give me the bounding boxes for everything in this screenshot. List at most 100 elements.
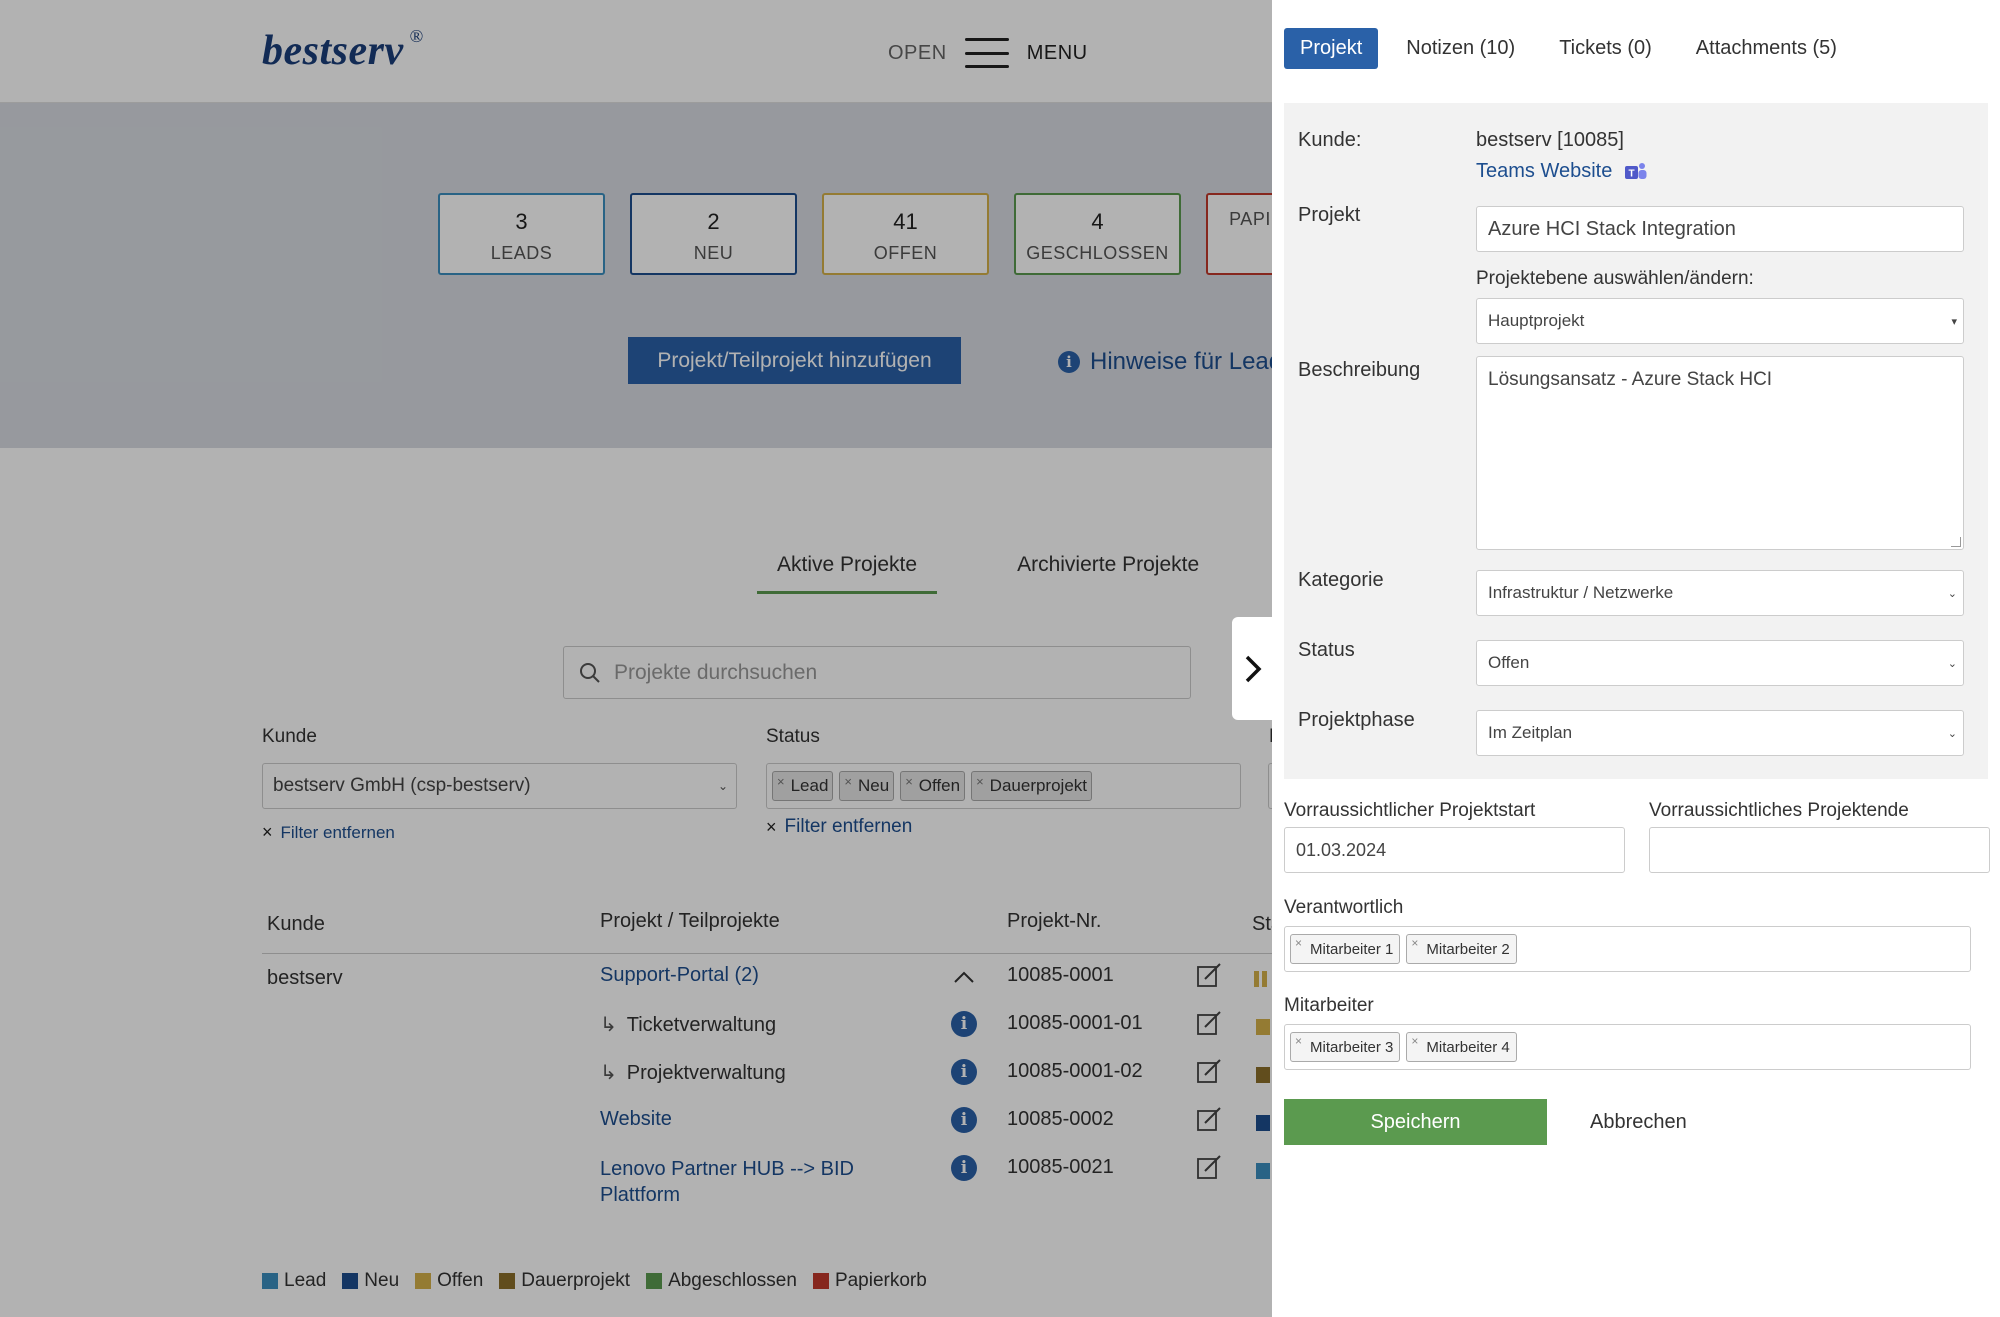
verantwortlich-multiselect[interactable]: × Mitarbeiter 1 × Mitarbeiter 2 [1284,926,1971,972]
edit-icon[interactable] [1196,962,1222,988]
subproject-ticketverwaltung[interactable]: ↳ Ticketverwaltung [600,1012,776,1037]
status-legend: Lead Neu Offen Dauerprojekt Abgeschlosse… [262,1270,927,1292]
legend-item: Lead [262,1270,326,1292]
resize-handle[interactable] [1951,537,1961,547]
remove-chip-icon[interactable]: × [1411,936,1418,950]
edit-icon[interactable] [1196,1106,1222,1132]
main-menu-toggle[interactable]: OPEN MENU [888,38,1088,68]
remove-chip-icon[interactable]: × [844,774,852,789]
chevron-down-icon: ⌄ [717,779,728,793]
status-chip[interactable]: × Offen [900,771,966,801]
kunde-filter-label: Kunde [262,726,317,747]
col-header-kunde[interactable]: Kunde [267,913,325,936]
remove-chip-icon[interactable]: × [1295,936,1302,950]
beschreibung-textarea[interactable]: Lösungsansatz - Azure Stack HCI [1476,356,1964,550]
project-link-website[interactable]: Website [600,1108,672,1131]
remove-chip-icon[interactable]: × [905,774,913,789]
lead-hints-label: Hinweise für Leads [1090,348,1295,375]
table-header-divider [262,953,1272,954]
tab-attachments[interactable]: Attachments (5) [1680,28,1853,69]
stat-label: NEU [693,243,734,263]
project-link-lenovo-partner-hub[interactable]: Lenovo Partner HUB --> BID Plattform [600,1156,854,1208]
kategorie-select[interactable]: Infrastruktur / Netzwerke ⌄ [1476,570,1964,616]
teams-website-link[interactable]: Teams Website T [1476,160,1648,183]
add-project-button[interactable]: Projekt/Teilprojekt hinzufügen [628,337,961,384]
mitarbeiter-label: Mitarbeiter [1284,995,1374,1016]
status-chip[interactable]: × Lead [772,771,834,801]
kunde-filter-value: bestserv GmbH (csp-bestserv) [273,775,531,796]
tab-projekt[interactable]: Projekt [1284,28,1379,69]
projektende-input[interactable] [1649,827,1990,873]
status-select[interactable]: Offen ⌄ [1476,640,1964,686]
project-number: 10085-0001-02 [1007,1060,1143,1082]
remove-filter-label: Filter entfernen [280,822,395,842]
status-chip[interactable]: × Dauerprojekt [971,771,1092,801]
info-icon[interactable]: i [951,1059,977,1085]
stat-offen[interactable]: 41 OFFEN [822,193,989,275]
info-icon[interactable]: i [951,1011,977,1037]
tab-archived-projects[interactable]: Archivierte Projekte [997,553,1219,594]
projektphase-select[interactable]: Im Zeitplan ⌄ [1476,710,1964,756]
subproject-projektverwaltung[interactable]: ↳ Projektverwaltung [600,1060,786,1085]
bestserv-logo[interactable]: bestserv ® [262,26,424,75]
remove-chip-icon[interactable]: × [976,774,984,789]
cancel-button[interactable]: Abbrechen [1590,1099,1687,1145]
user-chip[interactable]: × Mitarbeiter 4 [1406,1032,1517,1062]
status-chip[interactable]: × Neu [839,771,895,801]
kunde-filter-select[interactable]: bestserv GmbH (csp-bestserv) ⌄ [262,763,737,809]
tab-notizen[interactable]: Notizen (10) [1390,28,1531,69]
remove-chip-icon[interactable]: × [1411,1034,1418,1048]
chevron-down-icon: ⌄ [1947,727,1957,740]
info-icon[interactable]: i [951,1155,977,1181]
lead-hints-link[interactable]: i Hinweise für Leads [1058,348,1294,376]
project-number: 10085-0001 [1007,964,1114,986]
search-input[interactable] [614,660,1134,685]
status-indicator [1256,1067,1270,1083]
user-chip[interactable]: × Mitarbeiter 1 [1290,934,1401,964]
stat-neu[interactable]: 2 NEU [630,193,797,275]
registered-mark: ® [409,26,424,46]
status-filter-multiselect[interactable]: × Lead × Neu × Offen × Dauerprojekt [766,763,1241,809]
chevron-up-icon[interactable] [953,970,975,984]
stat-leads[interactable]: 3 LEADS [438,193,605,275]
remove-chip-icon[interactable]: × [777,774,785,789]
stat-label: GESCHLOSSEN [1026,243,1169,263]
stat-number: 4 [1091,209,1104,234]
remove-chip-icon[interactable]: × [1295,1034,1302,1048]
mitarbeiter-multiselect[interactable]: × Mitarbeiter 3 × Mitarbeiter 4 [1284,1024,1971,1070]
project-link-support-portal[interactable]: Support-Portal (2) [600,964,759,987]
project-form: Kunde: bestserv [10085] Teams Website T … [1284,103,1988,779]
status-indicator [1256,1115,1270,1131]
edit-icon[interactable] [1196,1154,1222,1180]
projektebene-select[interactable]: Hauptprojekt ▾ [1476,298,1964,344]
status-remove-filter[interactable]: × Filter entfernen [766,816,912,838]
save-button[interactable]: Speichern [1284,1099,1547,1145]
projektstart-input[interactable]: 01.03.2024 [1284,827,1625,873]
projekt-name-input[interactable]: Azure HCI Stack Integration [1476,206,1964,252]
panel-collapse-button[interactable] [1232,617,1274,720]
projektende-label: Vorraussichtliches Projektende [1649,800,1909,821]
chevron-right-icon [1245,655,1262,682]
legend-item: Offen [415,1270,483,1292]
tab-tickets[interactable]: Tickets (0) [1543,28,1668,69]
user-chip[interactable]: × Mitarbeiter 2 [1406,934,1517,964]
stat-geschlossen[interactable]: 4 GESCHLOSSEN [1014,193,1181,275]
info-icon[interactable]: i [951,1107,977,1133]
col-header-nr[interactable]: Projekt-Nr. [1007,910,1101,933]
edit-icon[interactable] [1196,1058,1222,1084]
teams-icon: T [1625,162,1647,179]
kategorie-label: Kategorie [1298,569,1384,591]
project-search-box[interactable] [563,646,1191,699]
verantwortlich-label: Verantwortlich [1284,897,1404,918]
sub-arrow-icon: ↳ [600,1062,617,1084]
legend-item: Abgeschlossen [646,1270,797,1292]
col-header-projekt[interactable]: Projekt / Teilprojekte [600,910,780,933]
kunde-remove-filter[interactable]: × Filter entfernen [262,822,395,843]
status-indicator [1256,1019,1270,1035]
tab-active-projects[interactable]: Aktive Projekte [757,553,938,594]
edit-icon[interactable] [1196,1010,1222,1036]
legend-item: Neu [342,1270,399,1292]
user-chip[interactable]: × Mitarbeiter 3 [1290,1032,1401,1062]
status-label: Status [1298,639,1355,661]
chevron-down-icon: ▾ [1951,315,1957,328]
